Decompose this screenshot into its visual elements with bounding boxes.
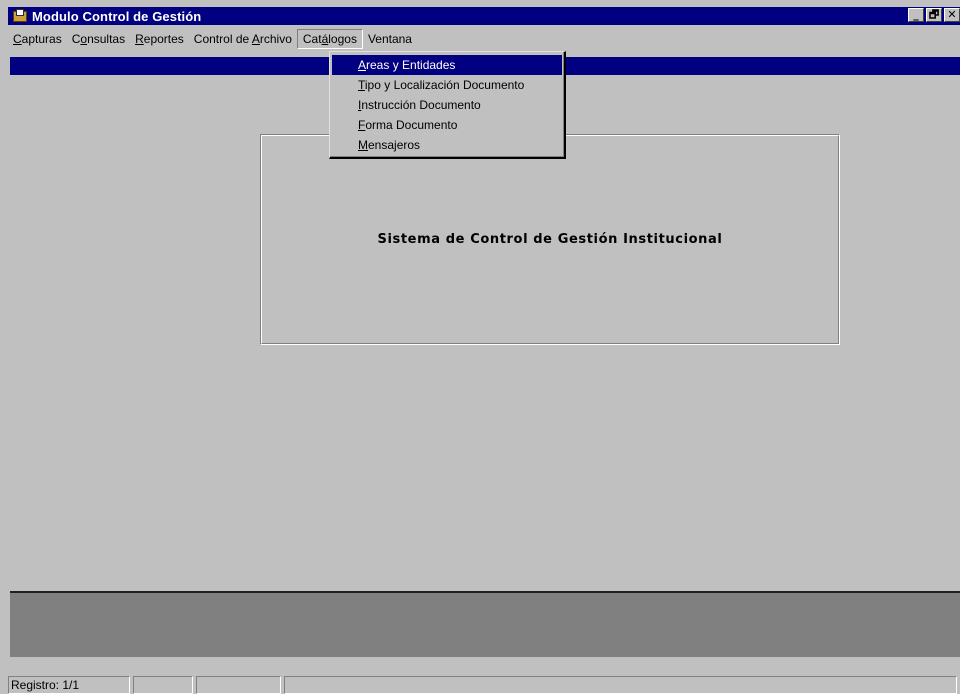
menu-consultas[interactable]: Consultas: [67, 29, 130, 49]
menu-catalogos-label: logos: [328, 32, 357, 46]
menu-consultas-label: nsultas: [87, 32, 126, 46]
menu-bar: Capturas Consultas Reportes Control de A…: [8, 29, 960, 49]
menu-archivo-mnemonic: A: [251, 32, 260, 46]
menu-ventana[interactable]: Ventana: [363, 29, 417, 49]
menu-reportes-mnemonic: R: [135, 32, 144, 46]
dd-1-label: ipo y Localización Documento: [364, 78, 525, 92]
status-cell-4: [284, 676, 957, 694]
panel-title: Sistema de Control de Gestión Institucio…: [377, 232, 723, 247]
dropdown-item-instruccion-documento[interactable]: Instrucción Documento: [332, 95, 562, 115]
dropdown-item-mensajeros[interactable]: Mensajeros: [332, 135, 562, 155]
dd-0-mnemonic: A: [358, 58, 367, 72]
dropdown-item-tipo-localizacion[interactable]: Tipo y Localización Documento: [332, 75, 562, 95]
menu-control-de-archivo[interactable]: Control de Archivo: [189, 29, 297, 49]
dd-2-label: nstrucción Documento: [361, 98, 481, 112]
menu-catalogos-label-pre: Cat: [302, 32, 322, 46]
menu-catalogos[interactable]: Catálogos: [296, 29, 363, 49]
dd-0-label: reas y Entidades: [366, 58, 456, 72]
bottom-toolbar-area: [10, 591, 960, 657]
dropdown-item-areas-y-entidades[interactable]: Areas y Entidades: [332, 55, 562, 75]
menu-reportes-label: eportes: [143, 32, 184, 46]
welcome-panel-inner: Sistema de Control de Gestión Institucio…: [261, 135, 839, 344]
dd-1-mnemonic: T: [358, 78, 365, 92]
status-cells: Registro: 1/1: [8, 676, 957, 694]
dd-4-mnemonic: M: [358, 138, 368, 152]
menu-capturas-mnemonic: C: [13, 32, 22, 46]
status-record: Registro: 1/1: [8, 676, 130, 694]
minimize-button[interactable]: _: [908, 8, 924, 22]
menu-archivo-label-pre: Control de: [193, 32, 252, 46]
status-cell-2: [133, 676, 193, 694]
window-title: Modulo Control de Gestión: [32, 8, 202, 24]
dd-3-label: orma Documento: [365, 118, 458, 132]
window-controls: _ 🗗 ✕: [908, 8, 960, 22]
title-bar[interactable]: Modulo Control de Gestión _ 🗗 ✕: [8, 7, 960, 25]
restore-button[interactable]: 🗗: [926, 8, 942, 22]
welcome-panel: Sistema de Control de Gestión Institucio…: [260, 134, 840, 345]
status-bar: Registro: 1/1: [8, 658, 960, 694]
menu-ventana-label: Ventana: [367, 32, 412, 46]
menu-archivo-label: rchivo: [259, 32, 292, 46]
menu-capturas[interactable]: Capturas: [8, 29, 67, 49]
catalogos-dropdown: Areas y Entidades Tipo y Localización Do…: [329, 51, 566, 159]
close-button[interactable]: ✕: [944, 8, 960, 22]
status-cell-3: [196, 676, 281, 694]
app-icon[interactable]: [12, 9, 28, 23]
dropdown-item-forma-documento[interactable]: Forma Documento: [332, 115, 562, 135]
dd-4-label: ensajeros: [368, 138, 421, 152]
menu-capturas-label: apturas: [21, 32, 62, 46]
app-window: Modulo Control de Gestión _ 🗗 ✕ Capturas…: [0, 0, 960, 694]
menu-reportes[interactable]: Reportes: [130, 29, 189, 49]
